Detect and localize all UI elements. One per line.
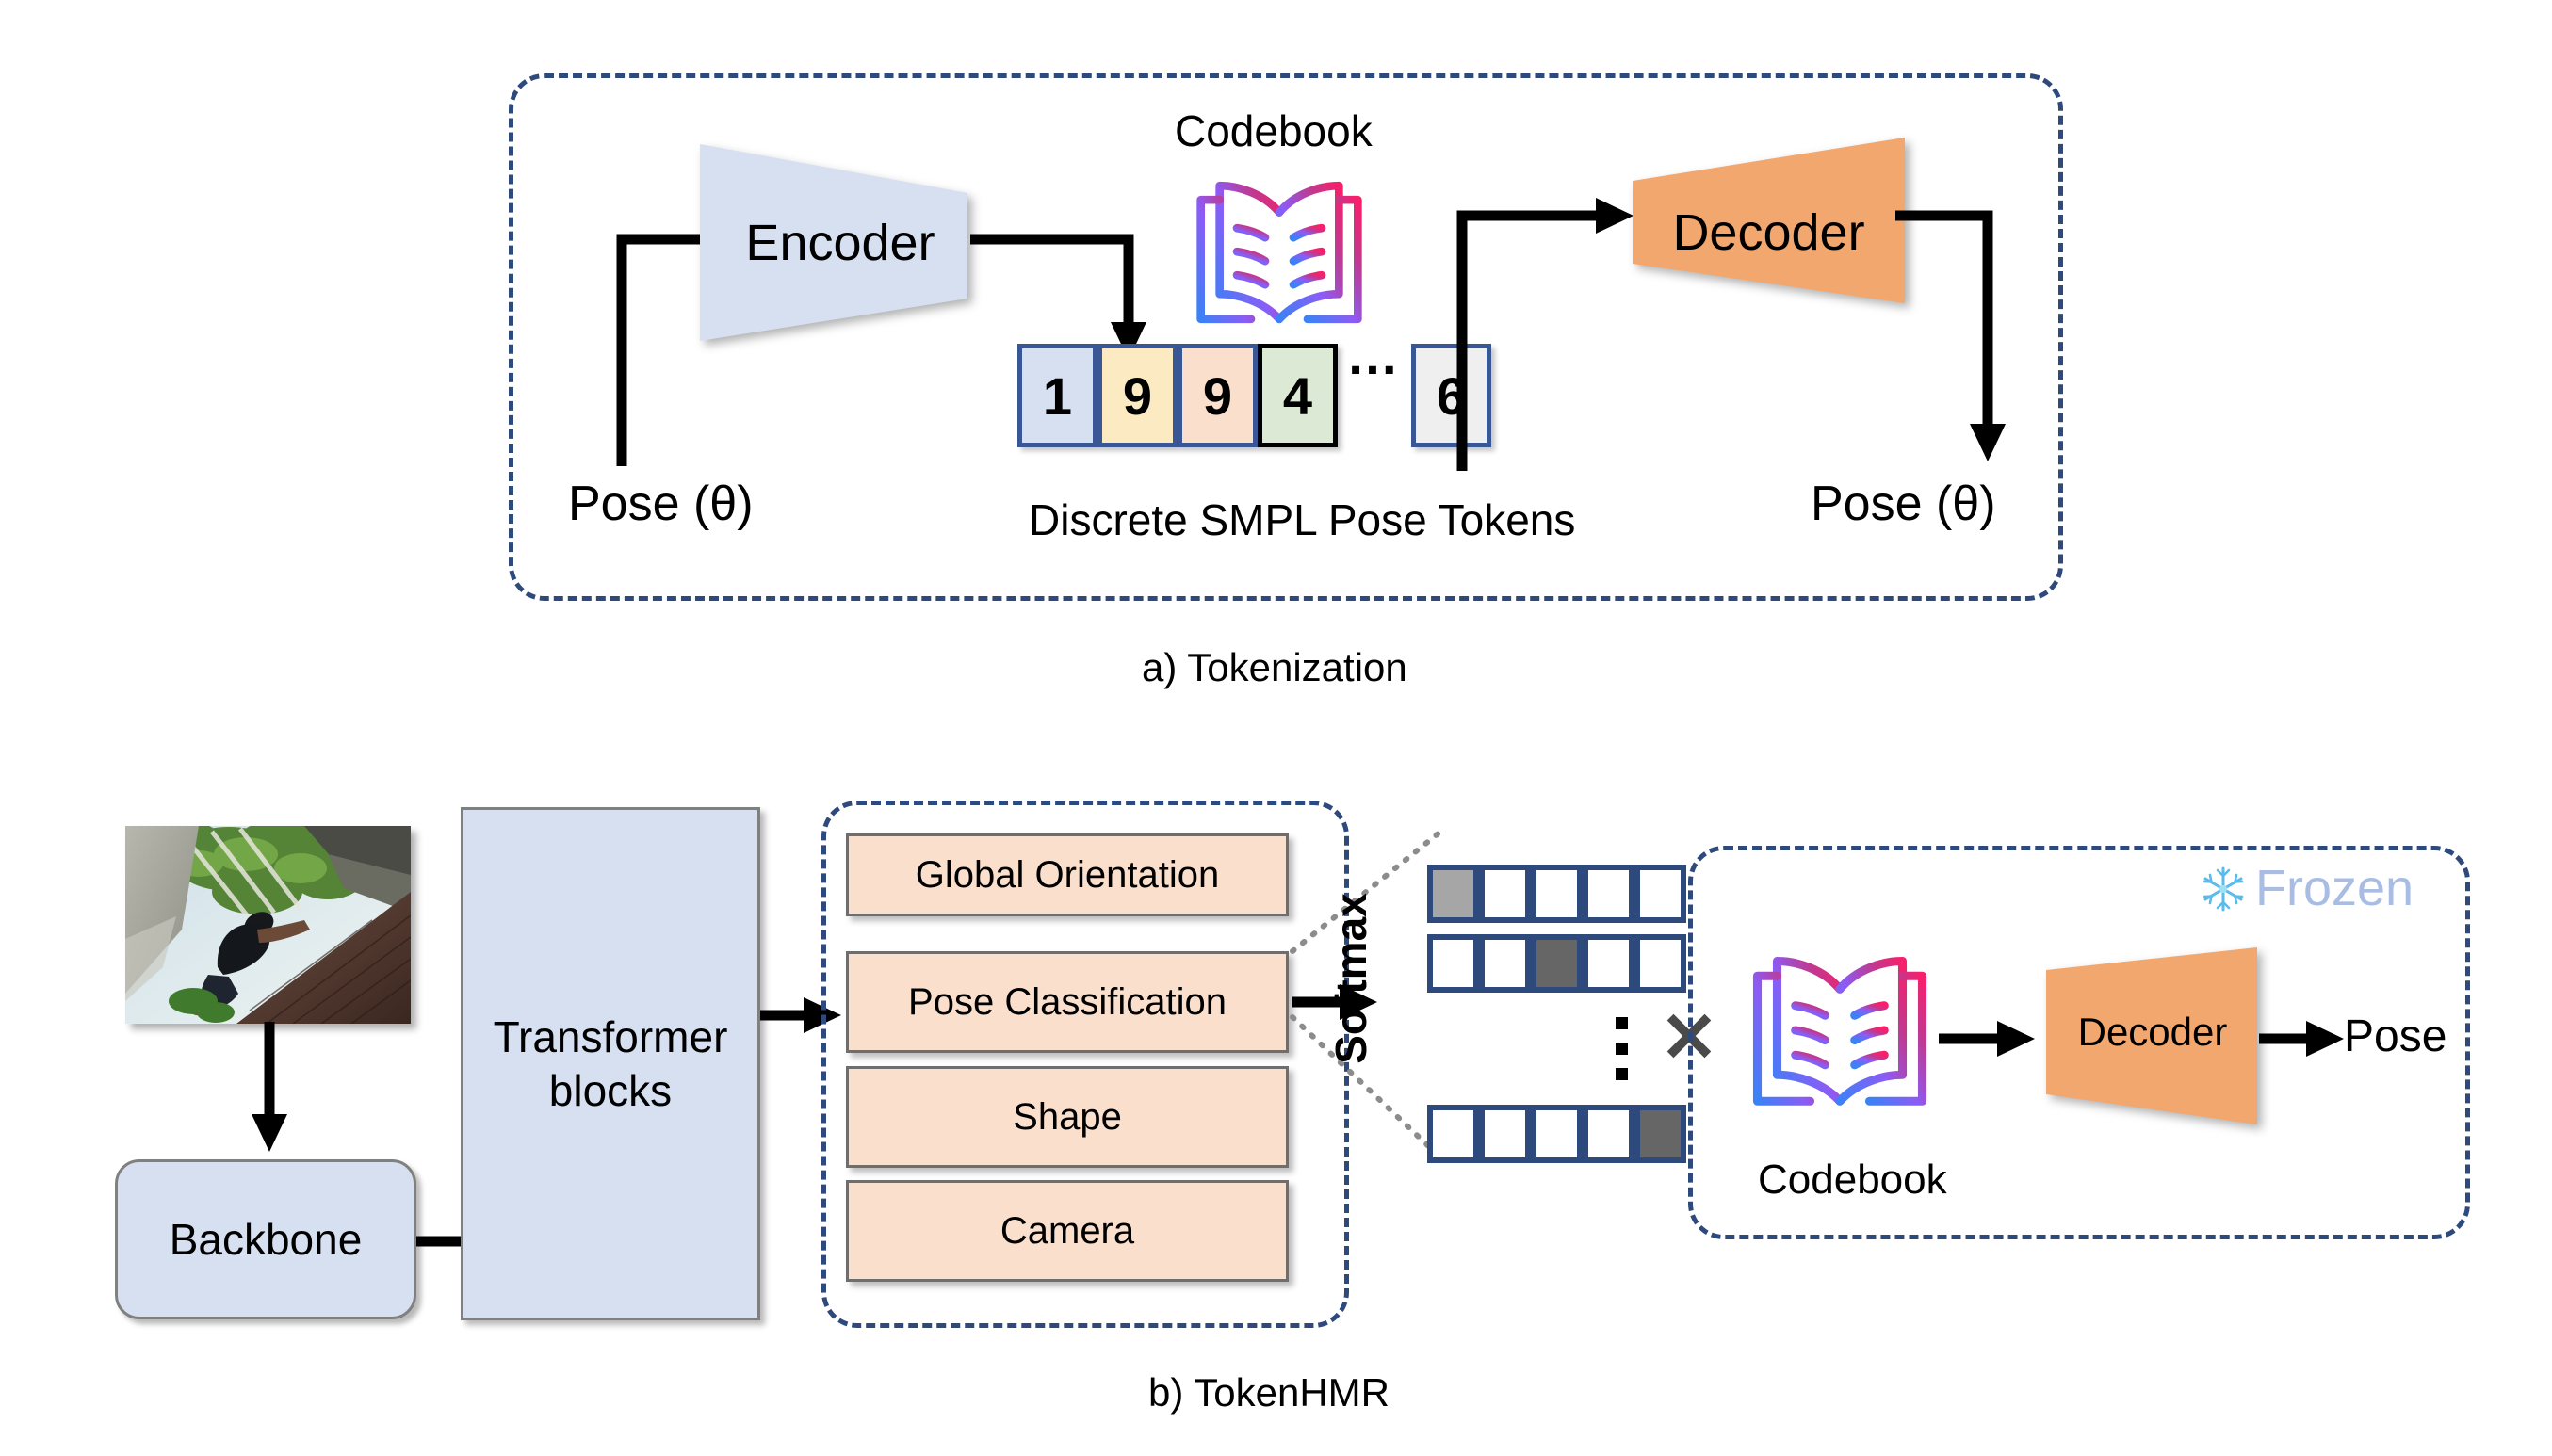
head-camera: Camera — [846, 1180, 1289, 1282]
head-label: Pose Classification — [908, 980, 1227, 1023]
codebook-to-decoder-arrow — [1939, 1012, 2042, 1069]
prob-cell — [1634, 934, 1686, 993]
transformer-label-line1: Transformer — [493, 1012, 728, 1062]
prob-cell — [1479, 1105, 1531, 1163]
prob-cell — [1583, 865, 1634, 923]
head-pose-classification: Pose Classification — [846, 951, 1289, 1053]
token-value: 9 — [1202, 365, 1233, 426]
decoder-label: Decoder — [2077, 1010, 2228, 1054]
prob-cell — [1583, 1105, 1634, 1163]
figure-canvas: Pose (θ) Encoder Codebook 1 9 9 4 … 6 Di… — [0, 0, 2552, 1456]
prob-cell — [1531, 865, 1583, 923]
softmax-label-wrapper: Softmax — [1323, 893, 1379, 1063]
prob-cell — [1634, 1105, 1686, 1163]
decoder-label: Decoder — [1672, 203, 1865, 261]
token-ellipsis: … — [1346, 326, 1403, 385]
backbone-block: Backbone — [115, 1159, 416, 1319]
prob-cell — [1634, 865, 1686, 923]
panel-a-decoder-to-pose-arrow — [1895, 193, 2074, 466]
transformer-label-line2: blocks — [548, 1065, 673, 1115]
encoder-label: Encoder — [745, 214, 935, 271]
frozen-label: Frozen — [2255, 860, 2414, 916]
encoder-block: Encoder — [692, 137, 975, 348]
head-label: Shape — [1013, 1095, 1122, 1138]
image-to-backbone-arrow — [247, 1022, 303, 1154]
token-box: 9 — [1178, 344, 1258, 447]
panel-b-codebook-label: Codebook — [1758, 1157, 1947, 1203]
prob-row — [1427, 865, 1686, 923]
softmax-label: Softmax — [1326, 893, 1375, 1064]
prob-cell — [1427, 934, 1479, 993]
prob-cell — [1427, 865, 1479, 923]
panel-b-pose-output-label: Pose — [2344, 1011, 2447, 1061]
head-global-orientation: Global Orientation — [846, 833, 1289, 916]
head-shape: Shape — [846, 1066, 1289, 1168]
prob-cell — [1531, 1105, 1583, 1163]
discrete-token-strip: 1 9 9 4 … 6 — [1017, 326, 1491, 447]
decoder-block-panel-a: Decoder — [1625, 132, 1912, 353]
decoder-block-panel-b: Decoder — [2040, 944, 2265, 1128]
token-value: 9 — [1122, 365, 1153, 426]
token-box: 1 — [1017, 344, 1097, 447]
token-value: 1 — [1042, 365, 1073, 426]
head-label: Camera — [1000, 1209, 1135, 1252]
decoder-to-pose-arrow — [2259, 1012, 2349, 1069]
token-box: 9 — [1097, 344, 1178, 447]
prob-cell — [1531, 934, 1583, 993]
transformer-blocks-block: Transformer blocks — [461, 807, 760, 1320]
snowflake-icon — [2199, 865, 2248, 914]
token-box: 4 — [1258, 344, 1338, 447]
prob-cell — [1479, 865, 1531, 923]
panel-a-codebook-label: Codebook — [1175, 106, 1373, 155]
codebook-icon-panel-a — [1185, 168, 1374, 342]
prob-cell — [1583, 934, 1634, 993]
token-value: 4 — [1282, 365, 1313, 426]
input-image — [125, 826, 411, 1024]
panel-a-output-pose-label: Pose (θ) — [1811, 477, 1996, 531]
head-label: Global Orientation — [915, 853, 1220, 896]
prob-row — [1427, 934, 1686, 993]
prob-row — [1427, 1105, 1686, 1163]
prob-cell — [1427, 1105, 1479, 1163]
panel-b-caption: b) TokenHMR — [1148, 1370, 1390, 1415]
discrete-tokens-caption: Discrete SMPL Pose Tokens — [1029, 495, 1576, 544]
backbone-label: Backbone — [169, 1215, 363, 1264]
prob-cell — [1479, 934, 1531, 993]
panel-a-caption: a) Tokenization — [1142, 645, 1407, 689]
panel-a-input-pose-label: Pose (θ) — [568, 477, 754, 531]
softmax-probability-matrix — [1427, 865, 1686, 1163]
codebook-icon-panel-b — [1741, 942, 1939, 1125]
